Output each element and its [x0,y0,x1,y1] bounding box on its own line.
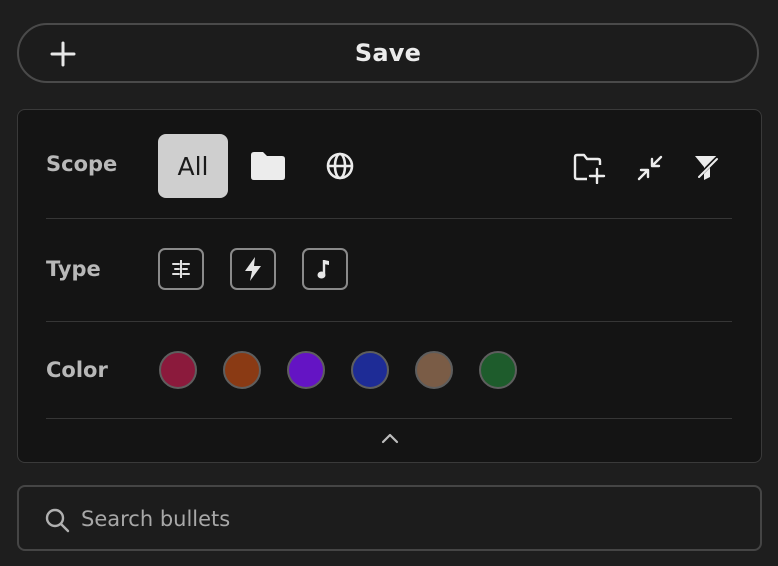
divider [46,418,732,419]
color-label: Color [46,358,108,382]
color-swatch-crimson[interactable] [159,351,197,389]
filter-clear-icon [695,155,720,180]
chevron-up-icon [381,433,399,444]
folder-icon [251,152,285,180]
collapse-filters-button[interactable] [380,430,400,446]
divider [46,321,732,322]
lightning-icon [245,257,261,281]
new-folder-icon [573,153,606,184]
plus-icon [50,41,76,67]
collapse-all-button[interactable] [636,154,664,182]
color-swatch-orange[interactable] [223,351,261,389]
filter-panel: Scope All Type Color [17,109,762,463]
align-center-icon [172,260,190,278]
music-note-icon [317,260,329,279]
type-audio-button[interactable] [302,248,348,290]
search-icon [45,508,70,533]
globe-icon [326,152,354,180]
type-bullet-button[interactable] [158,248,204,290]
color-swatch-purple[interactable] [287,351,325,389]
type-label: Type [46,257,101,281]
color-swatch-green[interactable] [479,351,517,389]
search-box [17,485,762,551]
search-input[interactable] [79,497,743,541]
clear-filter-button[interactable] [692,152,722,182]
save-button[interactable]: Save [17,23,759,83]
scope-global-button[interactable] [324,150,356,182]
save-label: Save [354,39,422,67]
collapse-arrows-icon [637,155,663,181]
new-folder-button[interactable] [572,151,608,185]
color-swatch-brown[interactable] [415,351,453,389]
type-action-button[interactable] [230,248,276,290]
color-swatch-blue[interactable] [351,351,389,389]
scope-folder-button[interactable] [248,148,288,184]
scope-label: Scope [46,152,118,176]
divider [46,218,732,219]
scope-all-chip[interactable]: All [158,134,228,198]
